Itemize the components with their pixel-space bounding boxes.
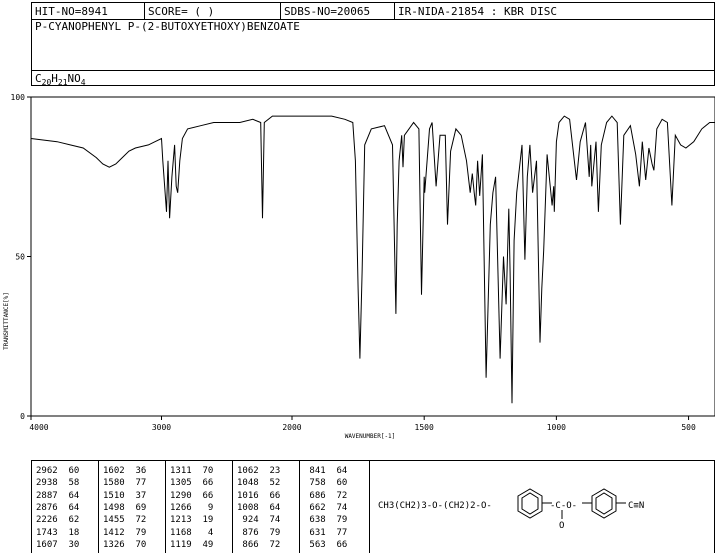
peak-entry: 841 64 (304, 466, 348, 476)
plot-frame (30, 96, 715, 417)
peak-entry: 2962 60 (36, 466, 80, 476)
peak-entry: 2876 64 (36, 502, 80, 513)
x-tick-label: 4000 (29, 423, 48, 432)
structure-diagram: CH3(CH2)3-O-(CH2)2-O- -C-O- O C≡N (370, 461, 715, 554)
x-tick-label: 1000 (547, 423, 566, 432)
y-tick-label: 0 (20, 412, 25, 421)
score-field: SCORE= ( ) (148, 5, 215, 18)
peak-entry: 1602 36 (103, 466, 147, 476)
carbonyl-oxygen: O (559, 521, 564, 531)
nitrile-group: C≡N (628, 501, 644, 511)
ester-group: -C-O- (550, 501, 577, 511)
y-tick-label: 50 (15, 253, 25, 262)
peak-entry: 1016 66 (237, 490, 281, 501)
peak-entry: 1498 69 (103, 502, 147, 513)
x-tick-label: 3000 (152, 423, 171, 432)
peak-entry: 1580 77 (103, 478, 147, 489)
y-tick-label: 100 (11, 93, 26, 102)
x-tick-label: 2000 (282, 423, 301, 432)
peak-entry: 1266 9 (170, 502, 214, 513)
x-axis-label: WAVENUMBER[-1] (345, 433, 396, 440)
peak-entry: 876 79 (237, 527, 281, 538)
hit-number: HIT-NO=8941 (35, 5, 108, 18)
sdbs-number: SDBS-NO=20065 (284, 5, 371, 18)
chart-ticks: 4000 3000 2000 1500 1000 500100500 (11, 93, 696, 432)
peak-entry: 1213 19 (170, 515, 214, 526)
peak-entry: 1305 66 (170, 478, 214, 489)
peak-entry: 1326 70 (103, 539, 147, 550)
table-divider (232, 461, 233, 553)
header-box: HIT-NO=8941 SCORE= ( ) SDBS-NO=20065 IR-… (31, 2, 715, 87)
x-tick-label: 1500 (415, 423, 434, 432)
table-divider (98, 461, 99, 553)
peak-entry: 1290 66 (170, 490, 214, 501)
peak-entry: 2226 62 (36, 515, 80, 526)
molecular-formula: C20H21NO4 (35, 72, 86, 87)
peak-entry: 686 72 (304, 490, 348, 501)
peak-entry: 631 77 (304, 527, 348, 538)
peak-entry: 924 74 (237, 515, 281, 526)
chart-axes (30, 96, 715, 417)
table-divider (299, 461, 300, 553)
peak-entry: 1311 70 (170, 466, 214, 476)
peak-entry: 1412 79 (103, 527, 147, 538)
peak-entry: 638 79 (304, 515, 348, 526)
peak-entry: 1168 4 (170, 527, 214, 538)
peak-entry: 1607 30 (36, 539, 80, 550)
formula-text: C20H21NO4 (35, 72, 86, 88)
header-rule (32, 70, 714, 71)
table-divider (165, 461, 166, 553)
peak-entry: 1008 64 (237, 502, 281, 513)
peak-entry: 2887 64 (36, 490, 80, 501)
peak-entry: 866 72 (237, 539, 281, 550)
technique-label: IR-NIDA-21854 : KBR DISC (398, 5, 557, 18)
x-tick-label: 500 (681, 423, 696, 432)
peak-entry: 2938 58 (36, 478, 80, 489)
peak-entry: 1455 72 (103, 515, 147, 526)
peak-entry: 662 74 (304, 502, 348, 513)
structure-chain: CH3(CH2)3-O-(CH2)2-O- (378, 501, 492, 511)
peak-entry: 563 66 (304, 539, 348, 550)
benzene-ring-2 (591, 488, 617, 519)
peak-entry: 1510 37 (103, 490, 147, 501)
y-axis-label: TRANSMITTANCE[%] (3, 292, 10, 350)
peak-entry: 1743 18 (36, 527, 80, 538)
peak-entry: 1119 49 (170, 539, 214, 550)
peak-table: 2962 60 2938 58 2887 64 2876 64 2226 62 1743 … (31, 460, 715, 553)
peak-entry: 1062 23 (237, 466, 281, 476)
peak-entry: 758 60 (304, 478, 348, 489)
compound-name: P-CYANOPHENYL P-(2-BUTOXYETHOXY)BENZOATE (35, 20, 300, 33)
transmittance-line (30, 115, 715, 404)
benzene-ring-1 (517, 488, 543, 519)
peak-entry: 1048 52 (237, 478, 281, 489)
